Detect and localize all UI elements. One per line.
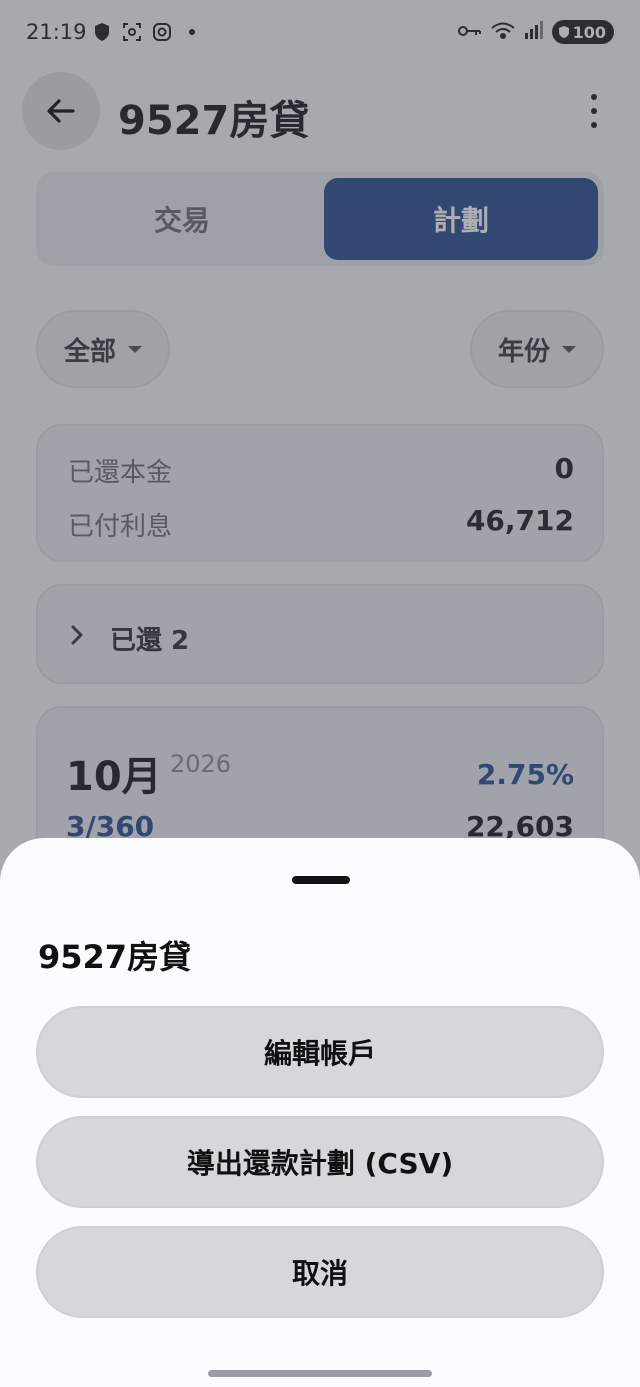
home-indicator[interactable]: [208, 1370, 432, 1377]
sheet-drag-handle[interactable]: [292, 876, 350, 884]
sheet-title: 9527房貸: [38, 938, 192, 976]
export-csv-button[interactable]: 導出還款計劃 (CSV): [36, 1116, 604, 1208]
cancel-button[interactable]: 取消: [36, 1226, 604, 1318]
edit-account-button[interactable]: 編輯帳戶: [36, 1006, 604, 1098]
